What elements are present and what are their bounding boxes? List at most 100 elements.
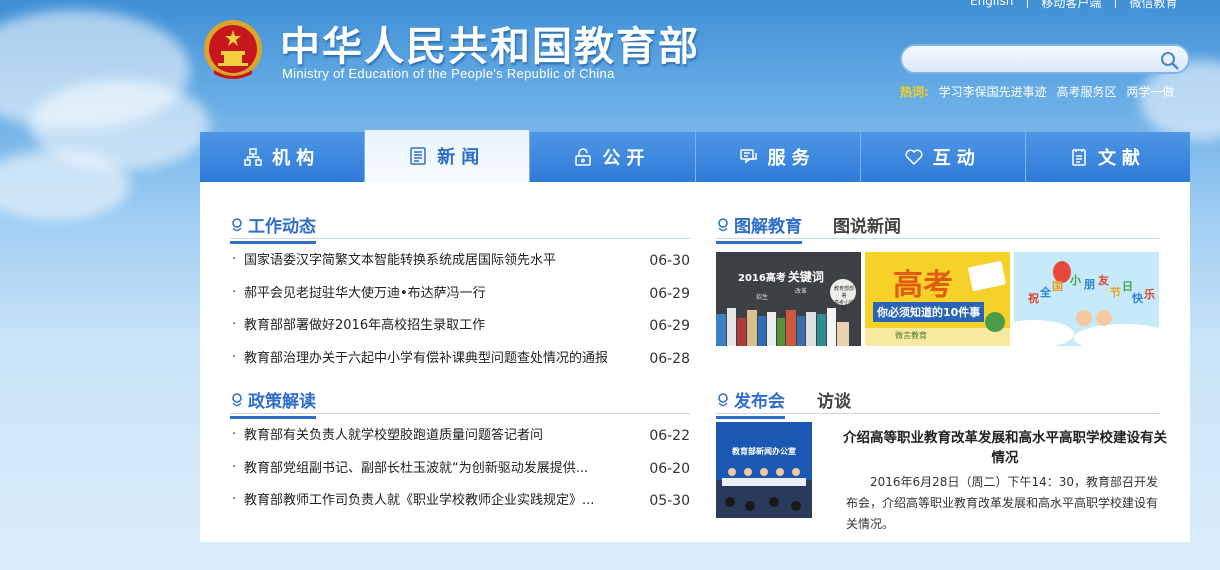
tab-photo-news[interactable]: 图说新闻 bbox=[833, 212, 901, 237]
tab-label: 政策解读 bbox=[248, 392, 316, 412]
greeting-char: 国 bbox=[1052, 280, 1063, 293]
list-item[interactable]: · 教育部教师工作司负责人就《职业学校教师企业实践规定》... 05-30 bbox=[230, 490, 690, 523]
greeting-char: 朋 bbox=[1084, 278, 1095, 291]
tab-press-conference[interactable]: 发布会 bbox=[716, 387, 785, 419]
thumbnail-gaokao-10-things[interactable]: 高考 你必须知道的10件事 微言教育 bbox=[865, 252, 1010, 346]
mobile-client-link[interactable]: 移动客户端 bbox=[1029, 0, 1113, 11]
greeting-char: 全 bbox=[1040, 286, 1051, 299]
news-title[interactable]: 教育部治理办关于六起中小学有偿补课典型问题查处情况的通报 bbox=[244, 348, 608, 370]
nav-item-label: 机构 bbox=[272, 148, 321, 169]
news-date: 06-29 bbox=[649, 318, 690, 334]
policy-header: 政策解读 bbox=[230, 385, 690, 419]
hot-words: 热词: 学习李保国先进事迹 高考服务区 两学一做 bbox=[900, 83, 1174, 100]
nav-item-label: 服务 bbox=[767, 148, 816, 169]
poster-brand-text: 微言教育 bbox=[895, 331, 927, 340]
news-title[interactable]: 国家语委汉字简繁文本智能转换系统成居国际领先水平 bbox=[244, 250, 556, 272]
poster-big-text: 高考 bbox=[893, 268, 953, 303]
english-link[interactable]: English bbox=[958, 0, 1025, 11]
greeting-char: 祝 bbox=[1028, 292, 1039, 305]
news-date: 06-20 bbox=[649, 460, 690, 477]
hot-word-link[interactable]: 学习李保国先进事迹 bbox=[939, 85, 1047, 99]
news-title[interactable]: 郝平会见老挝驻华大使万迪•布达萨冯一行 bbox=[244, 283, 486, 305]
bullet: · bbox=[232, 349, 237, 365]
release-header: 发布会 访谈 bbox=[716, 385, 1160, 419]
list-item[interactable]: · 教育部有关负责人就学校塑胶跑道质量问题答记者问 06-22 bbox=[230, 425, 690, 458]
thumbnail-year: 2016高考 bbox=[738, 273, 786, 284]
thumbnail-childrens-day[interactable]: 祝 全 国 小 朋 友 节 日 快 乐 bbox=[1014, 252, 1159, 346]
greeting-char: 友 bbox=[1098, 274, 1109, 287]
thumbnail-chalk-word: 招生 bbox=[756, 294, 769, 301]
news-date: 05-30 bbox=[649, 493, 690, 509]
bullet: · bbox=[232, 317, 237, 332]
photo-caption: 教育部新闻办公室 bbox=[732, 447, 796, 456]
bullet: · bbox=[232, 459, 237, 475]
tab-label: 图解教育 bbox=[734, 217, 802, 237]
news-date: 06-28 bbox=[649, 350, 690, 367]
wechat-link[interactable]: 微信教育 bbox=[1117, 0, 1189, 11]
list-item[interactable]: · 教育部党组副书记、副部长杜玉波就“为创新驱动发展提供... 06-20 bbox=[230, 458, 690, 491]
site-title-cn: 中华人民共和国教育部 bbox=[280, 24, 700, 70]
tab-label: 工作动态 bbox=[248, 217, 316, 237]
main-nav: 机构 新闻 公开 服务 互动 文献 bbox=[200, 130, 1190, 182]
list-item[interactable]: · 国家语委汉字简繁文本智能转换系统成居国际领先水平 06-30 bbox=[230, 250, 690, 283]
thumbnail-caption: 2016高考 关键词 bbox=[738, 268, 824, 285]
main-content: 工作动态 · 国家语委汉字简繁文本智能转换系统成居国际领先水平 06-30 · 郝平会… bbox=[200, 182, 1190, 542]
nav-item-interact[interactable]: 互动 bbox=[861, 132, 1026, 182]
top-links: English | 移动客户端 | 微信教育 bbox=[958, 0, 1189, 11]
background-cloud bbox=[0, 150, 130, 220]
nav-item-label: 公开 bbox=[602, 148, 651, 169]
thumbnail-chalk-word: 教育部部署 bbox=[833, 286, 854, 299]
news-date: 06-29 bbox=[649, 285, 690, 302]
hot-word-link[interactable]: 高考服务区 bbox=[1056, 85, 1116, 99]
search-box bbox=[900, 44, 1190, 74]
service-icon bbox=[739, 149, 757, 164]
greeting-char: 乐 bbox=[1144, 288, 1155, 301]
nav-item-news[interactable]: 新闻 bbox=[365, 130, 531, 182]
heart-icon bbox=[905, 149, 923, 166]
search-icon[interactable] bbox=[1160, 51, 1180, 71]
tab-graphic-education[interactable]: 图解教育 bbox=[716, 212, 802, 244]
bullet: · bbox=[232, 492, 237, 507]
nav-item-public[interactable]: 公开 bbox=[530, 132, 696, 182]
list-item[interactable]: · 教育部部署做好2016年高校招生录取工作 06-29 bbox=[230, 315, 690, 348]
tab-policy[interactable]: 政策解读 bbox=[230, 387, 316, 419]
location-pin-icon bbox=[718, 392, 728, 406]
nav-item-label: 文献 bbox=[1097, 148, 1146, 169]
hot-words-label: 热词: bbox=[900, 85, 929, 99]
news-title[interactable]: 教育部教师工作司负责人就《职业学校教师企业实践规定》... bbox=[244, 490, 594, 512]
location-pin-icon bbox=[718, 217, 728, 231]
news-title[interactable]: 教育部有关负责人就学校塑胶跑道质量问题答记者问 bbox=[244, 425, 543, 447]
graphic-header: 图解教育 图说新闻 bbox=[716, 210, 1160, 244]
press-conference-photo[interactable]: 教育部新闻办公室 bbox=[716, 422, 812, 518]
tab-work-news[interactable]: 工作动态 bbox=[230, 212, 316, 244]
nav-item-docs[interactable]: 文献 bbox=[1026, 132, 1190, 182]
greeting-char: 快 bbox=[1132, 292, 1143, 305]
site-title-en: Ministry of Education of the People's Re… bbox=[282, 66, 615, 81]
nav-item-label: 新闻 bbox=[437, 147, 486, 168]
thumbnail-chalk-text: 教育部部署 高考小锦囊 bbox=[833, 286, 855, 314]
national-emblem-logo[interactable] bbox=[202, 18, 264, 84]
lock-icon bbox=[575, 148, 592, 166]
news-title[interactable]: 教育部党组副书记、副部长杜玉波就“为创新驱动发展提供... bbox=[244, 458, 588, 480]
nav-item-label: 互动 bbox=[932, 148, 981, 169]
thumbnail-chalk-text: 改革 bbox=[795, 286, 807, 295]
list-item[interactable]: · 教育部治理办关于六起中小学有偿补课典型问题查处情况的通报 06-28 bbox=[230, 348, 690, 381]
thumbnail-chalk-word: 高考小锦囊 bbox=[833, 300, 854, 313]
tab-label: 发布会 bbox=[734, 392, 785, 412]
news-icon bbox=[410, 147, 426, 165]
poster-banner-text: 你必须知道的10件事 bbox=[873, 302, 985, 322]
search-input[interactable] bbox=[914, 50, 1158, 72]
list-item[interactable]: · 郝平会见老挝驻华大使万迪•布达萨冯一行 06-29 bbox=[230, 283, 690, 316]
hot-word-link[interactable]: 两学一做 bbox=[1126, 85, 1174, 99]
document-icon bbox=[1072, 149, 1086, 166]
tab-interview[interactable]: 访谈 bbox=[817, 387, 851, 412]
thumbnail-gaokao-keywords[interactable]: 2016高考 关键词 改革 教育部部署 高考小锦囊 招生 bbox=[716, 252, 861, 346]
location-pin-icon bbox=[232, 392, 242, 406]
location-pin-icon bbox=[232, 217, 242, 231]
nav-item-org[interactable]: 机构 bbox=[200, 132, 366, 182]
news-title[interactable]: 教育部部署做好2016年高校招生录取工作 bbox=[244, 315, 485, 337]
bullet: · bbox=[232, 427, 237, 442]
bullet: · bbox=[232, 284, 237, 300]
press-release-title[interactable]: 介绍高等职业教育改革发展和高水平高职学校建设有关情况 bbox=[840, 428, 1170, 468]
nav-item-service[interactable]: 服务 bbox=[696, 132, 861, 182]
